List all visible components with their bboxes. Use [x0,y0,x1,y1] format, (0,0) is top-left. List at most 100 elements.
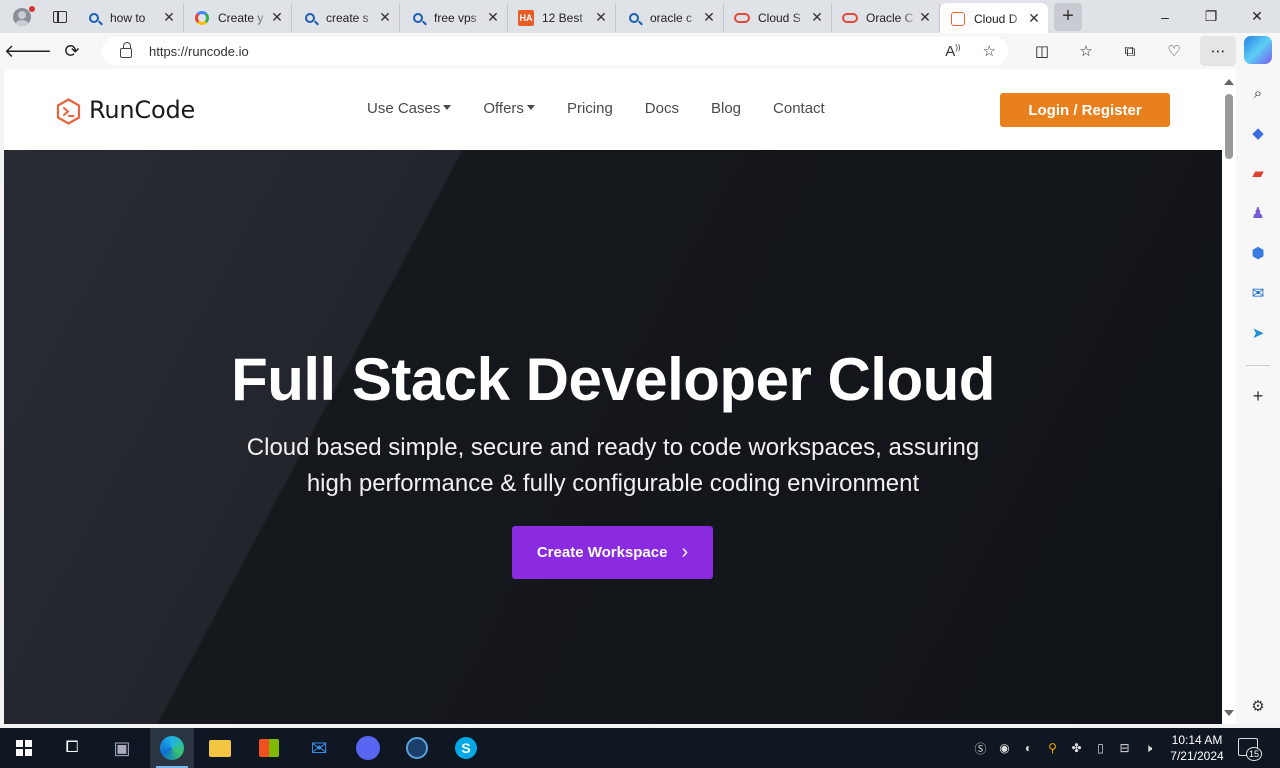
settings-icon[interactable]: ⚙ [1246,694,1270,718]
page-scrollbar[interactable] [1222,69,1236,724]
close-window-button[interactable]: ✕ [1234,0,1280,33]
tab-2[interactable]: Create y ✕ [184,3,292,32]
tab-9-active[interactable]: Cloud D ✕ [940,3,1048,34]
close-tab-icon[interactable]: ✕ [701,9,717,26]
nav-offers-label: Offers [483,100,524,117]
task-view-icon[interactable]: ⧠ [50,728,94,768]
windows-start-icon[interactable] [2,728,46,768]
tab-5[interactable]: HA 12 Best ✕ [508,3,616,32]
search-icon [626,10,642,26]
microsoft-365-icon[interactable]: ⬢ [1246,241,1270,265]
tab-4[interactable]: free vps ✕ [400,3,508,32]
hero-section: Full Stack Developer Cloud Cloud based s… [4,150,1222,724]
close-tab-icon[interactable]: ✕ [377,9,393,26]
edge-browser-icon[interactable] [150,728,194,768]
more-menu-icon[interactable]: ⋯ [1200,36,1236,66]
address-text[interactable]: https://runcode.io [149,44,249,59]
shopping-tag-icon[interactable]: ◆ [1246,121,1270,145]
close-tab-icon[interactable]: ✕ [593,9,609,26]
nav-pricing[interactable]: Pricing [567,100,613,117]
tab-title: 12 Best [542,10,583,25]
steam-icon[interactable] [395,728,439,768]
profile-avatar[interactable] [0,0,44,33]
volume-muted-icon[interactable]: 🕨 [1140,740,1157,757]
network-tray-icon[interactable]: ⊟ [1116,740,1133,757]
nav-docs[interactable]: Docs [645,100,679,117]
tab-7[interactable]: Cloud S ✕ [724,3,832,32]
address-bar[interactable]: https://runcode.io A)) ☆ [102,37,1008,65]
hero-subtitle: Cloud based simple, secure and ready to … [204,430,1022,502]
tab-title: oracle c [650,10,693,25]
microsoft-store-icon[interactable] [247,728,291,768]
close-tab-icon[interactable]: ✕ [917,9,933,26]
tab-1[interactable]: how to ✕ [76,3,184,32]
tab-title: Cloud D [974,11,1018,26]
chrome-tray-icon[interactable]: ◉ [996,740,1013,757]
drop-icon[interactable]: ➤ [1246,321,1270,345]
hero-subtitle-line2: high performance & fully configurable co… [306,470,920,497]
favorite-star-icon[interactable]: ☆ [983,42,996,60]
discord-icon[interactable] [346,728,390,768]
skype-tray-icon[interactable]: Ⓢ [972,740,989,757]
scroll-up-icon[interactable] [1224,79,1234,85]
file-explorer-icon[interactable] [198,728,242,768]
outlook-icon[interactable]: ✉ [1246,281,1270,305]
tab-title: Cloud S [758,10,801,25]
create-workspace-button[interactable]: Create Workspace › [512,526,713,579]
tab-actions-button[interactable] [44,0,76,33]
copilot-icon[interactable] [1244,36,1272,64]
discord-tray-icon[interactable]: ◐ [1020,740,1037,757]
refresh-button[interactable]: ⟳ [50,33,94,69]
site-logo[interactable]: RunCode [55,96,195,125]
games-icon[interactable]: ♟ [1246,201,1270,225]
browser-tabstrip: how to ✕ Create y ✕ create s ✕ free vps … [0,0,1280,34]
search-tray-icon[interactable]: ⚲ [1044,740,1061,757]
skype-icon[interactable]: S [444,728,488,768]
battery-tray-icon[interactable]: ▯ [1092,740,1109,757]
tab-8[interactable]: Oracle C ✕ [832,3,940,32]
add-icon[interactable]: + [1246,384,1270,408]
scroll-down-icon[interactable] [1224,710,1234,716]
login-register-button[interactable]: Login / Register [1000,93,1170,127]
nav-use-cases[interactable]: Use Cases [367,100,452,117]
hero-subtitle-line1: Cloud based simple, secure and ready to … [246,434,980,461]
close-tab-icon[interactable]: ✕ [485,9,501,26]
tools-icon[interactable]: ▰ [1246,161,1270,185]
scroll-thumb[interactable] [1225,94,1233,159]
close-tab-icon[interactable]: ✕ [269,9,285,26]
tab-3[interactable]: create s ✕ [292,3,400,32]
back-button[interactable]: 🡐 [4,33,52,69]
close-tab-icon[interactable]: ✕ [809,9,825,26]
mail-icon[interactable]: ✉ [297,728,341,768]
read-aloud-icon[interactable]: A)) [945,43,960,60]
nav-offers[interactable]: Offers [483,100,535,117]
favorites-icon[interactable]: ☆ [1064,33,1108,69]
notification-dot [29,6,35,12]
runcode-logo-icon [55,97,81,125]
taskbar-clock[interactable]: 10:14 AM 7/21/2024 [1162,732,1232,764]
lock-icon[interactable] [120,42,132,58]
main-menu: Use Cases Offers Pricing Docs Blog Conta… [367,100,825,117]
browser-essentials-icon[interactable]: ♡ [1152,33,1196,69]
pc-app-icon[interactable]: ▣ [100,728,144,768]
split-screen-icon[interactable]: ◫ [1020,33,1064,69]
search-icon[interactable]: ⌕ [1246,81,1270,105]
system-tray: Ⓢ ◉ ◐ ⚲ ✤ ▯ ⊟ 🕨 [972,728,1157,768]
collections-icon[interactable]: ⧉ [1108,33,1152,69]
ha-icon: HA [518,9,534,26]
clock-date: 7/21/2024 [1170,749,1224,763]
close-tab-icon[interactable]: ✕ [161,9,177,26]
clock-time: 10:14 AM [1171,733,1223,747]
tab-title: free vps [434,10,477,25]
puzzle-tray-icon[interactable]: ✤ [1068,740,1085,757]
tab-6[interactable]: oracle c ✕ [616,3,724,32]
minimize-button[interactable]: – [1142,0,1188,33]
close-tab-icon[interactable]: ✕ [1026,10,1042,27]
nav-contact[interactable]: Contact [773,100,825,117]
create-workspace-label: Create Workspace [536,544,668,561]
new-tab-button[interactable]: + [1054,2,1082,31]
nav-blog[interactable]: Blog [711,100,741,117]
oracle-icon [734,10,750,26]
restore-button[interactable]: ❐ [1188,0,1234,33]
site-header: RunCode Use Cases Offers Pricing Docs Bl… [4,69,1222,150]
